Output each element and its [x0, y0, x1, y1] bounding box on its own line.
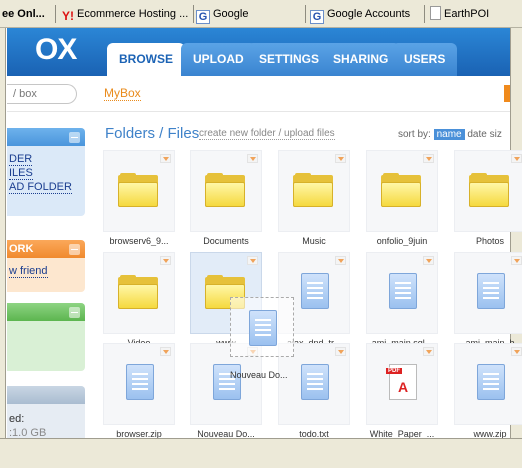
menu-arrow-icon[interactable] [335, 256, 346, 265]
menu-arrow-icon[interactable] [160, 154, 171, 163]
logo: OX [35, 33, 77, 66]
tab-users[interactable]: USERS [392, 43, 458, 76]
document-icon [126, 364, 154, 400]
document-icon [301, 364, 329, 400]
green-panel [7, 303, 85, 371]
collapse-icon[interactable] [69, 307, 80, 318]
sort-name[interactable]: name [433, 129, 465, 140]
yahoo-icon: Y! [62, 9, 74, 23]
tab-upload[interactable]: UPLOAD [181, 43, 256, 76]
search-input[interactable]: / box [7, 84, 77, 104]
menu-arrow-icon[interactable] [511, 256, 522, 265]
folder-tile[interactable] [454, 150, 522, 232]
panel-header [7, 386, 85, 404]
panel-link[interactable]: DER [7, 152, 85, 166]
bookmark-item[interactable]: EarthPOI [430, 4, 489, 24]
sort-date[interactable]: date [467, 129, 486, 140]
document-icon [301, 273, 329, 309]
menu-arrow-icon[interactable] [335, 347, 346, 356]
item-label[interactable]: browserv6_9... [94, 236, 184, 246]
menu-arrow-icon[interactable] [511, 347, 522, 356]
bookmarks-bar: ee Onl... Y! Ecommerce Hosting ... G Googl… [0, 0, 522, 28]
folder-actions[interactable]: create new folder / upload files [199, 128, 335, 140]
folder-icon [205, 173, 245, 207]
panel-title: ORK [9, 243, 34, 255]
pdf-icon: PDF A [386, 364, 417, 400]
sub-header: / box MyBox [7, 76, 510, 112]
menu-arrow-icon[interactable] [160, 256, 171, 265]
document-icon [389, 273, 417, 309]
folder-icon [469, 173, 509, 207]
tab-browse[interactable]: BROWSE [107, 43, 185, 76]
storage-panel: ed: :1.0 GB [7, 386, 85, 444]
panel-link[interactable]: AD FOLDER [7, 180, 85, 194]
item-label[interactable]: Music [269, 236, 359, 246]
page-icon [430, 6, 441, 20]
breadcrumb[interactable]: MyBox [104, 86, 141, 101]
folders-panel: DER ILES AD FOLDER [7, 128, 85, 216]
tab-sharing[interactable]: SHARING [321, 43, 401, 76]
folder-icon [118, 173, 158, 207]
drag-ghost-label: Nouveau Do... [230, 370, 288, 380]
item-label[interactable]: Documents [181, 236, 271, 246]
bookmark-item[interactable]: Y! Ecommerce Hosting ... [62, 4, 188, 24]
app-header: OX BROWSE UPLOAD SETTINGS SHARING USERS [7, 28, 510, 76]
separator [424, 5, 425, 23]
item-label[interactable]: Photos [445, 236, 522, 246]
collapse-icon[interactable] [69, 132, 80, 143]
network-panel: ORK w friend [7, 240, 85, 292]
menu-arrow-icon[interactable] [247, 154, 258, 163]
collapse-icon[interactable] [69, 244, 80, 255]
tab-settings[interactable]: SETTINGS [247, 43, 332, 76]
bookmark-item[interactable]: G Google [196, 4, 248, 24]
separator [305, 5, 306, 23]
file-tile[interactable] [103, 343, 175, 425]
document-icon [477, 273, 505, 309]
panel-header: ORK [7, 240, 85, 258]
orange-tab-edge[interactable] [504, 85, 510, 102]
window-frame-bottom [0, 438, 522, 468]
separator [55, 5, 56, 23]
panel-link[interactable]: ILES [7, 166, 85, 180]
storage-used: ed: [9, 413, 25, 425]
google-icon: G [196, 10, 210, 24]
folder-icon [293, 173, 333, 207]
menu-arrow-icon[interactable] [247, 256, 258, 265]
folder-tile[interactable] [190, 150, 262, 232]
folder-tile[interactable] [103, 150, 175, 232]
sort-size[interactable]: siz [490, 129, 502, 140]
folder-tile[interactable] [278, 150, 350, 232]
sort-controls: sort by: name date siz [398, 129, 502, 140]
file-tile[interactable] [454, 252, 522, 334]
folder-tile[interactable] [366, 150, 438, 232]
menu-arrow-icon[interactable] [423, 347, 434, 356]
item-label[interactable]: onfolio_9juin [357, 236, 447, 246]
menu-arrow-icon[interactable] [511, 154, 522, 163]
panel-header [7, 303, 85, 321]
folder-tile[interactable] [103, 252, 175, 334]
panel-header [7, 128, 85, 146]
menu-arrow-icon[interactable] [160, 347, 171, 356]
folder-icon [118, 275, 158, 309]
bookmark-item[interactable]: ee Onl... [2, 4, 45, 24]
file-tile[interactable] [454, 343, 522, 425]
google-icon: G [310, 10, 324, 24]
document-icon [249, 310, 277, 346]
file-tile[interactable] [366, 252, 438, 334]
window-frame-left [0, 28, 6, 468]
menu-arrow-icon[interactable] [335, 154, 346, 163]
bookmark-item[interactable]: G Google Accounts [310, 4, 410, 24]
menu-arrow-icon[interactable] [423, 154, 434, 163]
page-title: Folders / Files [105, 125, 200, 142]
invite-friend-link[interactable]: w friend [7, 264, 85, 278]
drag-ghost [230, 297, 294, 357]
folder-icon [381, 173, 421, 207]
menu-arrow-icon[interactable] [423, 256, 434, 265]
file-tile[interactable]: PDF A [366, 343, 438, 425]
document-icon [477, 364, 505, 400]
separator [193, 5, 194, 23]
